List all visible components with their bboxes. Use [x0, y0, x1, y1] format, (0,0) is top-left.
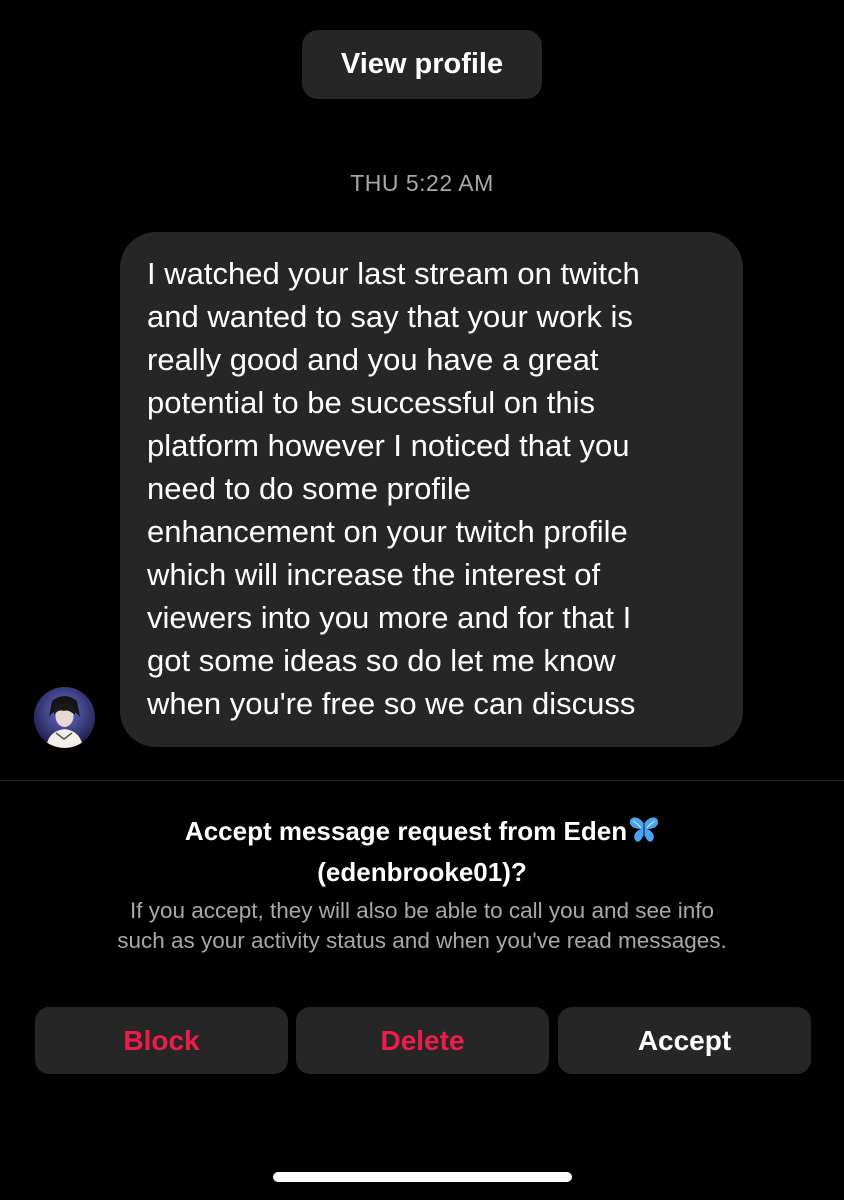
- home-indicator[interactable]: [273, 1172, 572, 1182]
- sender-avatar[interactable]: [34, 687, 95, 748]
- request-info-line1: If you accept, they will also be able to…: [129, 898, 715, 923]
- message-request-info: If you accept, they will also be able to…: [0, 896, 844, 956]
- divider: [0, 780, 844, 781]
- accept-button[interactable]: Accept: [558, 1007, 811, 1074]
- avatar-image: [34, 687, 95, 748]
- message-timestamp: THU 5:22 AM: [350, 170, 494, 196]
- butterfly-icon: [629, 816, 659, 854]
- request-title-line2: (edenbrooke01)?: [317, 857, 527, 887]
- request-info-line2: such as your activity status and when yo…: [117, 928, 727, 953]
- block-button[interactable]: Block: [35, 1007, 288, 1074]
- message-request-title: Accept message request from Eden (edenbr…: [0, 813, 844, 891]
- view-profile-button[interactable]: View profile: [302, 30, 542, 99]
- delete-button[interactable]: Delete: [296, 1007, 549, 1074]
- message-bubble[interactable]: I watched your last stream on twitch and…: [120, 232, 743, 747]
- request-title-line1: Accept message request from Eden: [184, 816, 628, 846]
